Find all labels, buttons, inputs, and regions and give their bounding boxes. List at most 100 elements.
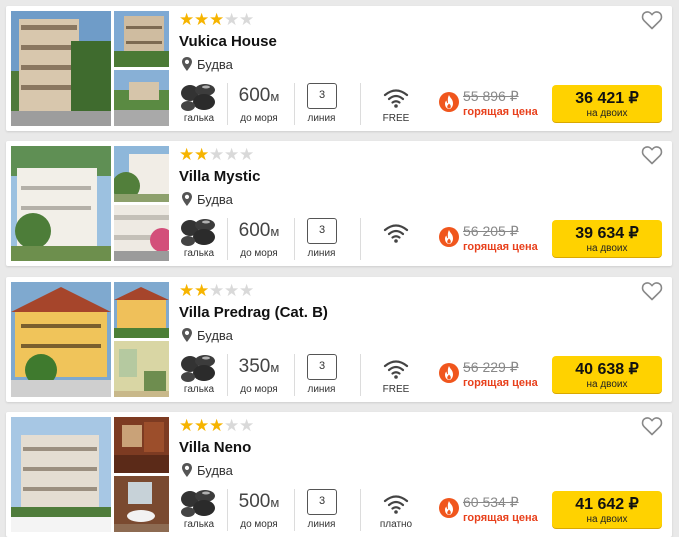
star-icon: ★ — [239, 416, 255, 436]
hotel-photo-thumb-2[interactable] — [114, 341, 169, 397]
wifi-icon — [383, 495, 409, 514]
hotel-card[interactable]: ★★★★★ Villa Mystic Будва галька 600м до … — [6, 141, 672, 266]
price-value: 39 634 ₽ — [575, 225, 639, 242]
star-rating: ★★★★★ — [179, 10, 254, 30]
sea-distance-value: 600м — [228, 85, 290, 107]
price-value: 36 421 ₽ — [575, 90, 639, 107]
sea-distance-label: до моря — [240, 113, 278, 124]
beach-line-label: линия — [307, 113, 336, 124]
divider — [360, 218, 361, 260]
hotel-photo-thumb-2[interactable] — [114, 205, 169, 261]
hot-price-label: горящая цена — [463, 106, 538, 118]
hotel-location: Будва — [181, 56, 233, 72]
hotel-location: Будва — [181, 327, 233, 343]
hotel-photo-thumb-1[interactable] — [114, 11, 169, 67]
hot-price-label: горящая цена — [463, 512, 538, 524]
old-price: 60 534 ₽ — [463, 494, 519, 510]
star-rating: ★★★★★ — [179, 281, 254, 301]
wifi-info: платно — [370, 485, 422, 533]
distance-unit: м — [270, 224, 280, 239]
hot-price-label: горящая цена — [463, 241, 538, 253]
beach-line-label: линия — [307, 519, 336, 530]
price-button[interactable]: 40 638 ₽ на двоих — [552, 356, 662, 393]
heart-icon[interactable] — [641, 416, 663, 436]
heart-icon[interactable] — [641, 281, 663, 301]
hotel-location: Будва — [181, 191, 233, 207]
sea-distance-label: до моря — [240, 519, 278, 530]
location-text: Будва — [197, 327, 233, 343]
price-button[interactable]: 36 421 ₽ на двоих — [552, 85, 662, 122]
hotel-name[interactable]: Villa Predrag (Cat. B) — [179, 304, 328, 321]
hotel-photo-main[interactable] — [11, 146, 111, 261]
star-icon: ★ — [209, 10, 225, 30]
hotel-photo-thumb-2[interactable] — [114, 70, 169, 126]
wifi-label: FREE — [382, 384, 410, 395]
star-rating: ★★★★★ — [179, 145, 255, 165]
distance-unit: м — [270, 360, 280, 375]
beach-line: 3 линия — [299, 79, 344, 127]
hotel-card[interactable]: ★★★★★ Villa Neno Будва галька 500м до мо… — [6, 412, 672, 537]
beach-line-number: 3 — [307, 354, 337, 380]
beach-line-number: 3 — [307, 489, 337, 515]
star-icon: ★ — [179, 416, 195, 436]
sea-distance-label: до моря — [240, 384, 278, 395]
hotel-card[interactable]: ★★★★★ Villa Predrag (Cat. B) Будва гальк… — [6, 277, 672, 402]
hotel-name[interactable]: Villa Neno — [179, 439, 251, 456]
hotel-photo-thumb-1[interactable] — [114, 417, 169, 473]
beach-line-label: линия — [307, 384, 336, 395]
divider — [294, 489, 295, 531]
sea-distance-value: 500м — [228, 491, 290, 513]
hotel-name[interactable]: Villa Mystic — [179, 168, 260, 185]
sea-distance: 600м до моря — [228, 79, 290, 127]
location-text: Будва — [197, 191, 233, 207]
hotel-photo-thumb-1[interactable] — [114, 282, 169, 338]
fire-icon — [439, 498, 459, 518]
location-text: Будва — [197, 462, 233, 478]
hotel-card[interactable]: ★★★★★ Vukica House Будва галька 600м до … — [6, 6, 672, 131]
star-icon: ★ — [239, 145, 255, 165]
price-value: 40 638 ₽ — [575, 361, 639, 378]
price-subtitle: на двоих — [586, 379, 628, 390]
star-icon: ★ — [194, 416, 210, 436]
hotel-photo-thumb-1[interactable] — [114, 146, 169, 202]
distance-number: 350 — [238, 356, 271, 377]
beach-line-number: 3 — [307, 218, 337, 244]
sea-distance-value: 350м — [228, 356, 290, 378]
beach-line-label: линия — [307, 248, 336, 259]
star-icon: ★ — [224, 281, 240, 301]
location-pin-icon — [182, 328, 192, 342]
sea-distance: 350м до моря — [228, 350, 290, 398]
distance-unit: м — [270, 495, 280, 510]
location-pin-icon — [182, 192, 192, 206]
divider — [294, 218, 295, 260]
star-icon: ★ — [179, 281, 195, 301]
price-button[interactable]: 41 642 ₽ на двоих — [552, 491, 662, 528]
price-subtitle: на двоих — [586, 243, 628, 254]
hot-price-label: горящая цена — [463, 377, 538, 389]
fire-icon — [439, 363, 459, 383]
fire-icon — [439, 227, 459, 247]
hotel-photo-main[interactable] — [11, 417, 111, 532]
star-icon: ★ — [179, 10, 195, 30]
beach-line: 3 линия — [299, 350, 344, 398]
old-price: 56 205 ₽ — [463, 223, 519, 239]
beach-type: галька — [175, 350, 223, 398]
price-button[interactable]: 39 634 ₽ на двоих — [552, 220, 662, 257]
wifi-label: FREE — [382, 113, 410, 124]
heart-icon[interactable] — [641, 145, 663, 165]
divider — [294, 83, 295, 125]
beach-type-label: галька — [183, 384, 215, 395]
hotel-photo-thumb-2[interactable] — [114, 476, 169, 532]
hotel-name[interactable]: Vukica House — [179, 33, 277, 50]
location-pin-icon — [182, 463, 192, 477]
hotel-photo-main[interactable] — [11, 282, 111, 397]
pebbles-icon — [181, 355, 215, 382]
divider — [360, 83, 361, 125]
location-text: Будва — [197, 56, 233, 72]
sea-distance: 600м до моря — [228, 214, 290, 262]
heart-icon[interactable] — [641, 10, 663, 30]
old-price: 55 896 ₽ — [463, 88, 519, 104]
star-icon: ★ — [224, 10, 240, 30]
hotel-photo-main[interactable] — [11, 11, 111, 126]
distance-number: 600 — [238, 85, 271, 106]
